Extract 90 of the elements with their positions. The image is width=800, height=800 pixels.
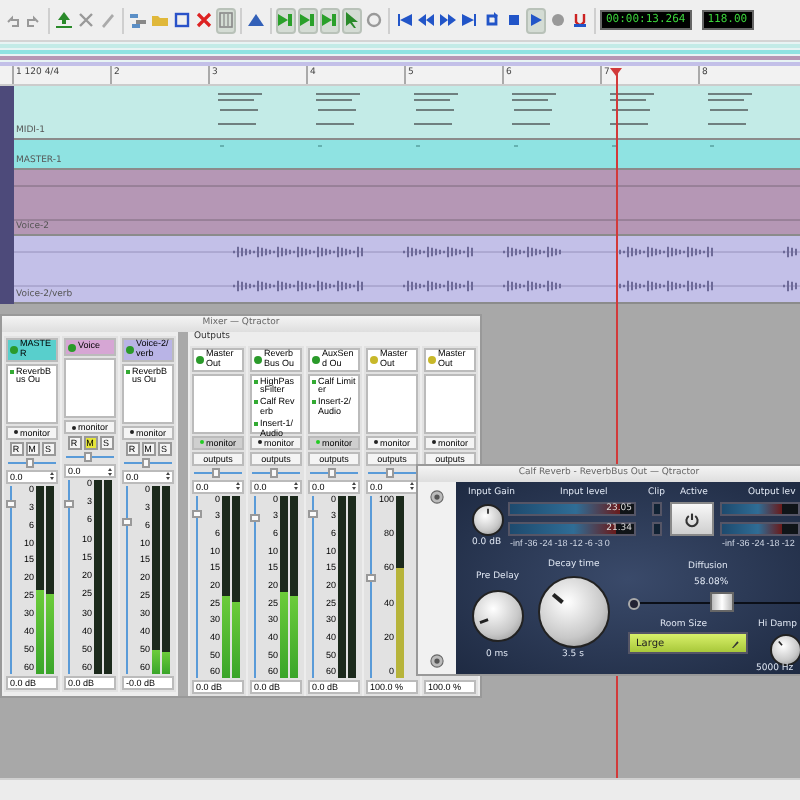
slider-thumb[interactable]: [710, 592, 735, 612]
fader-thumb[interactable]: [308, 509, 318, 518]
midi-notes-drawing: [610, 92, 656, 126]
midi-notes-drawing: [218, 92, 264, 126]
fader-thumb[interactable]: [122, 518, 132, 527]
midi-notes-drawing: [512, 92, 558, 126]
volume-fader[interactable]: [308, 495, 318, 678]
midi-notes-drawing: [316, 92, 362, 126]
midi-notes-drawing: [708, 92, 754, 126]
screw-icon: [430, 654, 444, 668]
toolbar-button[interactable]: [298, 7, 318, 33]
slider-thumb[interactable]: [212, 467, 221, 478]
cursor-icon: [344, 12, 360, 28]
volume-fader[interactable]: [122, 485, 132, 674]
spin-arrows-icon: [108, 467, 112, 475]
fader-thumb[interactable]: [64, 499, 74, 508]
spin-arrows-icon: [50, 472, 54, 481]
spin-arrows-icon: [236, 482, 240, 491]
pan-slider[interactable]: [64, 452, 116, 462]
rotary-knob[interactable]: [538, 576, 610, 648]
record-icon: [550, 12, 566, 28]
play-icon: [528, 12, 544, 28]
toolbar-button[interactable]: [276, 7, 296, 33]
rotary-knob[interactable]: [472, 590, 524, 642]
volume-fader[interactable]: [192, 495, 202, 678]
toolbar-button[interactable]: [172, 7, 192, 33]
toolbar-button[interactable]: [194, 7, 214, 33]
toolbar-button[interactable]: [342, 7, 362, 33]
screw-icon: [430, 490, 444, 504]
fast-forward-icon: [440, 12, 456, 28]
skip-forward-icon: [462, 12, 478, 28]
cut-icon: [78, 12, 94, 28]
playhead-marker: [610, 68, 622, 76]
pan-slider[interactable]: [250, 467, 302, 478]
volume-fader[interactable]: [250, 495, 260, 678]
plugin-list: [192, 373, 244, 434]
slider-thumb[interactable]: [84, 452, 93, 462]
slider-thumb[interactable]: [26, 457, 35, 468]
step-forward-icon: [322, 12, 338, 28]
slider-thumb[interactable]: [328, 467, 337, 478]
slider-thumb[interactable]: [386, 467, 395, 478]
rotary-knob[interactable]: [770, 634, 800, 666]
spin-arrows-icon: [352, 482, 356, 491]
undo-icon: [4, 12, 20, 28]
rewind-icon: [418, 12, 434, 28]
slider-thumb[interactable]: [142, 457, 151, 468]
grid-icon: [218, 12, 234, 28]
slider-thumb[interactable]: [270, 467, 279, 478]
toolbar-button[interactable]: [216, 7, 236, 33]
spin-arrows-icon: [410, 482, 414, 491]
pan-slider[interactable]: [308, 467, 360, 478]
loop-icon: [484, 12, 500, 28]
toolbar-button[interactable]: [526, 7, 546, 33]
spin-arrows-icon: [294, 482, 298, 491]
step-forward-icon: [278, 12, 294, 28]
volume-fader[interactable]: [366, 495, 376, 678]
spin-arrows-icon: [166, 472, 170, 481]
skip-back-icon: [396, 12, 412, 28]
toolbar-button[interactable]: [320, 7, 340, 33]
pencil-icon: [100, 12, 116, 28]
plugin-list: [424, 373, 476, 434]
plugin-list: [64, 358, 116, 418]
toolbar-button[interactable]: [54, 7, 74, 33]
diffusion-slider[interactable]: [628, 592, 800, 612]
triangle-icon: [248, 12, 264, 28]
midi-notes-drawing: [414, 92, 460, 126]
rotary-knob[interactable]: [472, 504, 504, 536]
pencil-icon: [732, 639, 740, 647]
tracks-icon: [130, 12, 146, 28]
pan-slider[interactable]: [192, 467, 244, 478]
volume-fader[interactable]: [64, 480, 74, 674]
delete-icon: [196, 12, 212, 28]
fader-thumb[interactable]: [192, 509, 202, 518]
fader-thumb[interactable]: [366, 573, 376, 582]
plugin-list: [366, 373, 418, 434]
upload-icon: [56, 12, 72, 28]
stop-icon: [506, 12, 522, 28]
pan-slider[interactable]: [6, 457, 58, 468]
power-button[interactable]: [670, 502, 714, 536]
pan-slider[interactable]: [366, 467, 418, 478]
folder-icon: [152, 12, 168, 28]
fader-thumb[interactable]: [6, 500, 16, 509]
toolbar-button[interactable]: [364, 7, 384, 33]
pan-slider[interactable]: [122, 457, 174, 468]
fader-thumb[interactable]: [250, 513, 260, 522]
circle-icon: [366, 12, 382, 28]
redo-icon: [26, 12, 42, 28]
step-forward-icon: [300, 12, 316, 28]
volume-fader[interactable]: [6, 485, 16, 674]
square-icon: [174, 12, 190, 28]
